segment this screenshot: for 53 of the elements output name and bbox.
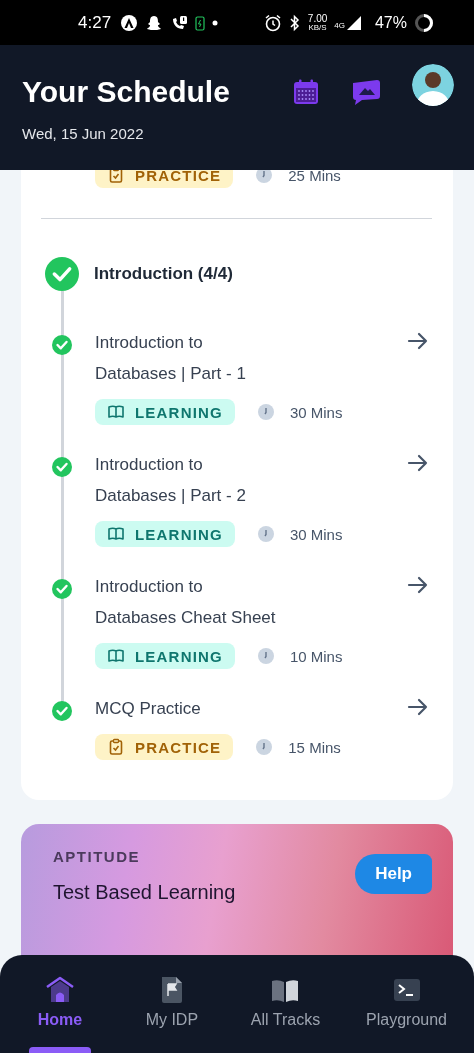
section-title: Introduction (4/4) <box>94 264 233 284</box>
nav-tab[interactable]: All Tracks <box>250 955 321 1053</box>
clock-icon <box>255 170 274 184</box>
battery-level: 47% <box>374 13 407 32</box>
clipboard-check-icon <box>107 170 125 184</box>
ghost-icon <box>145 13 164 32</box>
promo-title: Test Based Learning <box>53 881 237 904</box>
book-icon <box>107 647 125 665</box>
home-icon <box>44 975 75 1005</box>
clock-icon <box>256 403 275 421</box>
duration-label: 30 Mins <box>289 403 343 421</box>
category-tag: PRACTICE <box>95 170 234 188</box>
help-button[interactable]: Help <box>355 854 432 894</box>
dot-icon <box>212 19 219 26</box>
nav-tab[interactable]: My IDP <box>138 955 205 1053</box>
category-tag: PRACTICE <box>95 734 234 760</box>
speed-unit: KB/S <box>308 23 327 32</box>
book-icon <box>107 403 125 421</box>
status-time: 4:27 <box>78 12 112 33</box>
call-icon <box>170 13 189 32</box>
clock-icon <box>255 738 274 756</box>
duration-label: 25 Mins <box>288 170 341 184</box>
nav-tab[interactable]: Home <box>26 955 93 1053</box>
alarm-icon <box>263 13 282 32</box>
lesson-title[interactable]: Introduction to Databases | Part - 1 <box>95 327 285 389</box>
lesson-title[interactable]: Introduction to Databases Cheat Sheet <box>95 571 285 633</box>
duration-label: 15 Mins <box>288 738 341 756</box>
network-speed: 7.00 <box>307 13 328 24</box>
lesson-title[interactable]: MCQ Practice <box>95 693 201 724</box>
lesson-title[interactable]: Introduction to Databases | Part - 2 <box>95 449 285 511</box>
duration-label: 10 Mins <box>289 647 343 665</box>
nav-tab[interactable]: Playground <box>366 955 447 1053</box>
page-title: Your Schedule <box>22 75 230 109</box>
date-label: Wed, 15 Jun 2022 <box>22 125 145 142</box>
book-icon <box>107 525 125 543</box>
category-tag: LEARNING <box>95 521 235 547</box>
promo-category: APTITUDE <box>53 848 141 865</box>
network-type: 4G <box>334 20 345 30</box>
duration-label: 30 Mins <box>289 525 343 543</box>
message-icon[interactable] <box>350 78 382 106</box>
app-icon <box>120 13 139 32</box>
calendar-icon[interactable] <box>292 78 320 106</box>
category-tag: LEARNING <box>95 643 235 669</box>
clock-icon <box>256 525 275 543</box>
category-tag: LEARNING <box>95 399 235 425</box>
avatar[interactable] <box>412 64 454 106</box>
battery-icon <box>195 14 206 31</box>
bluetooth-icon <box>288 13 301 32</box>
active-indicator <box>28 1047 91 1053</box>
battery-ring-icon <box>414 12 434 33</box>
clock-icon <box>256 647 275 665</box>
clipboard-check-icon <box>107 738 125 756</box>
signal-icon <box>345 14 362 31</box>
